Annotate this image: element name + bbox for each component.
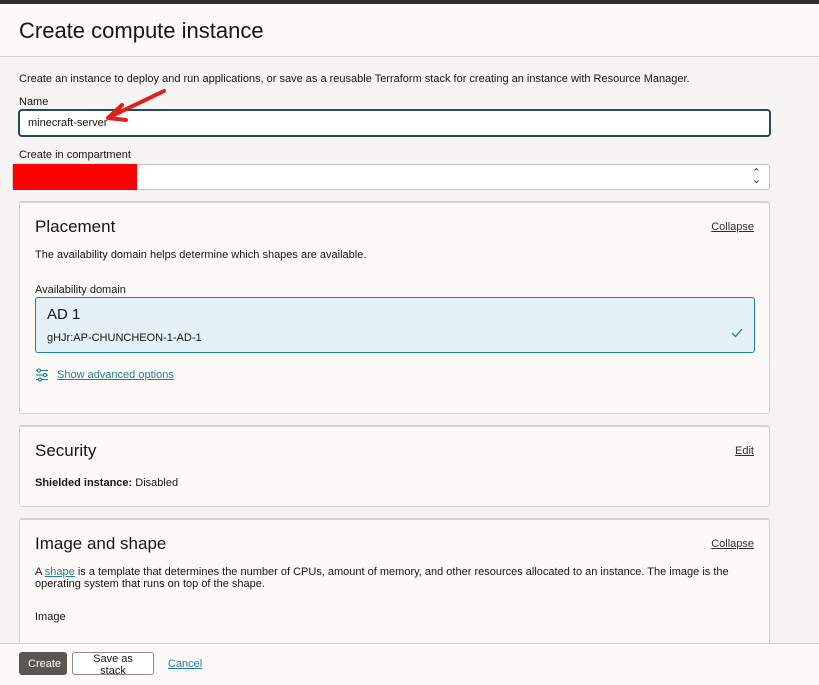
select-updown-icon: ⌃ ⌄	[751, 167, 761, 186]
show-advanced-options-link[interactable]: Show advanced options	[57, 369, 174, 381]
form-content[interactable]: Create an instance to deploy and run app…	[0, 57, 819, 643]
redaction-block	[13, 164, 137, 190]
page-title: Create compute instance	[19, 18, 264, 43]
security-card: Security Edit Shielded instance: Disable…	[19, 425, 770, 507]
security-edit-link[interactable]: Edit	[735, 445, 754, 457]
placement-collapse-link[interactable]: Collapse	[711, 221, 754, 233]
compartment-select[interactable]: ⌃ ⌄	[12, 164, 770, 190]
page-header: Create compute instance	[0, 4, 819, 57]
sliders-icon	[36, 368, 48, 382]
desc-prefix: A	[35, 566, 42, 578]
desc-suffix: is a template that determines the number…	[35, 566, 729, 590]
security-title: Security	[35, 441, 97, 460]
shielded-instance-label: Shielded instance:	[35, 477, 133, 489]
ad-name: AD 1	[47, 306, 81, 323]
shielded-instance-value: Disabled	[135, 477, 179, 489]
create-button[interactable]: Create	[19, 652, 67, 675]
compartment-label: Create in compartment	[19, 149, 131, 161]
image-shape-card: Image and shape Collapse A shape is a te…	[19, 518, 770, 643]
availability-domain-option[interactable]: AD 1 gHJr:AP-CHUNCHEON-1-AD-1	[35, 297, 755, 353]
show-advanced-options[interactable]: Show advanced options	[35, 368, 174, 382]
name-label: Name	[19, 96, 49, 108]
availability-domain-label: Availability domain	[35, 284, 126, 296]
annotation-arrow-icon	[106, 89, 166, 122]
check-icon	[731, 328, 743, 338]
image-shape-collapse-link[interactable]: Collapse	[711, 538, 754, 550]
image-label: Image	[35, 611, 66, 623]
shape-link[interactable]: shape	[45, 566, 75, 578]
intro-text: Create an instance to deploy and run app…	[19, 73, 690, 85]
placement-title: Placement	[35, 217, 116, 236]
image-shape-title: Image and shape	[35, 534, 167, 553]
image-shape-description: A shape is a template that determines th…	[35, 566, 755, 590]
ad-code: gHJr:AP-CHUNCHEON-1-AD-1	[47, 332, 202, 344]
save-as-stack-button[interactable]: Save as stack	[72, 652, 154, 677]
cancel-button[interactable]: Cancel	[160, 652, 208, 675]
shielded-instance-row: Shielded instance: Disabled	[35, 477, 755, 489]
placement-description: The availability domain helps determine …	[35, 249, 367, 261]
footer-bar: Create Save as stack Cancel	[0, 643, 819, 685]
placement-card: Placement Collapse The availability doma…	[19, 201, 770, 414]
